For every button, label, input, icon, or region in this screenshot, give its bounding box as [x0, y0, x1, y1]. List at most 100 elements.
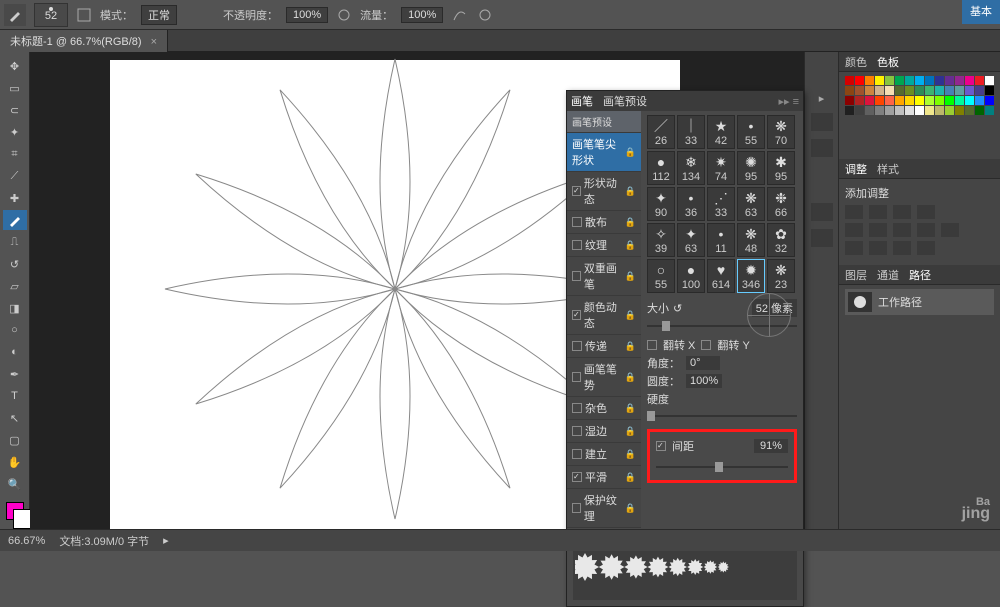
swatch[interactable]	[885, 96, 894, 105]
swatch[interactable]	[845, 76, 854, 85]
panel-toggle-icon[interactable]	[76, 7, 92, 23]
brush-tip[interactable]: ｜33	[677, 115, 705, 149]
pressure-opacity-icon[interactable]	[336, 7, 352, 23]
brush-tip[interactable]: ❋70	[767, 115, 795, 149]
swatch[interactable]	[955, 86, 964, 95]
brush-option-散布[interactable]: 散布🔒	[567, 211, 641, 234]
swatch[interactable]	[935, 96, 944, 105]
brush-tip[interactable]: ♥614	[707, 259, 735, 293]
swatch[interactable]	[945, 76, 954, 85]
swatch[interactable]	[885, 86, 894, 95]
brush-tip[interactable]: ●112	[647, 151, 675, 185]
option-checkbox[interactable]	[572, 472, 582, 482]
tab-layers[interactable]: 图层	[845, 267, 867, 283]
swatch[interactable]	[965, 86, 974, 95]
brush-tip[interactable]: ✦90	[647, 187, 675, 221]
brush-tip[interactable]: ●100	[677, 259, 705, 293]
character-panel-icon[interactable]	[811, 203, 833, 221]
gradient-tool[interactable]: ◨	[3, 298, 27, 318]
brush-tip[interactable]: ✧39	[647, 223, 675, 257]
brush-tip[interactable]: ✦63	[677, 223, 705, 257]
history-panel-icon[interactable]	[811, 113, 833, 131]
brush-tip[interactable]: ⋰33	[707, 187, 735, 221]
shape-tool[interactable]: ▢	[3, 430, 27, 450]
swatch[interactable]	[925, 86, 934, 95]
brightness-icon[interactable]	[845, 205, 863, 219]
swatch[interactable]	[895, 96, 904, 105]
posterize-icon[interactable]	[869, 241, 887, 255]
blend-mode-dropdown[interactable]: 正常	[141, 5, 177, 25]
hand-tool[interactable]: ✋	[3, 452, 27, 472]
swatch[interactable]	[875, 96, 884, 105]
invert-icon[interactable]	[845, 241, 863, 255]
swatch[interactable]	[975, 76, 984, 85]
flipy-checkbox[interactable]	[701, 340, 711, 350]
brush-tip[interactable]: ❋23	[767, 259, 795, 293]
stamp-tool[interactable]: ⎍	[3, 232, 27, 252]
spacing-value[interactable]: 91%	[754, 439, 788, 453]
pressure-size-icon[interactable]	[477, 7, 493, 23]
zoom-field[interactable]: 66.67%	[8, 535, 45, 547]
brush-tip[interactable]: ✺95	[737, 151, 765, 185]
swatch[interactable]	[945, 96, 954, 105]
brush-option-传递[interactable]: 传递🔒	[567, 335, 641, 358]
swatch[interactable]	[925, 96, 934, 105]
eyedropper-tool[interactable]: ⟋	[3, 166, 27, 186]
swatch[interactable]	[875, 86, 884, 95]
lasso-tool[interactable]: ⊂	[3, 100, 27, 120]
swatch[interactable]	[905, 106, 914, 115]
levels-icon[interactable]	[869, 205, 887, 219]
swatch[interactable]	[955, 106, 964, 115]
swatch[interactable]	[965, 76, 974, 85]
swatch[interactable]	[885, 76, 894, 85]
swatch[interactable]	[945, 86, 954, 95]
swatch[interactable]	[915, 76, 924, 85]
brush-option-杂色[interactable]: 杂色🔒	[567, 397, 641, 420]
color-swatch[interactable]	[6, 502, 24, 520]
swatch[interactable]	[975, 96, 984, 105]
path-row[interactable]: 工作路径	[845, 289, 994, 315]
swatch[interactable]	[845, 96, 854, 105]
exposure-icon[interactable]	[917, 205, 935, 219]
brush-tip[interactable]: ✹346	[737, 259, 765, 293]
threshold-icon[interactable]	[893, 241, 911, 255]
swatch[interactable]	[865, 76, 874, 85]
zoom-tool[interactable]: 🔍	[3, 474, 27, 494]
history-brush-tool[interactable]: ↺	[3, 254, 27, 274]
curves-icon[interactable]	[893, 205, 911, 219]
brush-tip[interactable]: ❄134	[677, 151, 705, 185]
swatch[interactable]	[895, 76, 904, 85]
document-tab[interactable]: 未标题-1 @ 66.7%(RGB/8) ×	[0, 30, 168, 52]
brush-option-形状动态[interactable]: 形状动态🔒	[567, 172, 641, 211]
swatch[interactable]	[985, 106, 994, 115]
brush-tip[interactable]: ❉66	[767, 187, 795, 221]
tab-styles[interactable]: 样式	[877, 161, 899, 177]
tab-paths[interactable]: 路径	[909, 267, 931, 283]
option-checkbox[interactable]	[572, 449, 582, 459]
brush-option-双重画笔[interactable]: 双重画笔🔒	[567, 257, 641, 296]
swatch[interactable]	[905, 86, 914, 95]
swatch[interactable]	[865, 106, 874, 115]
marquee-tool[interactable]: ▭	[3, 78, 27, 98]
swatch[interactable]	[895, 106, 904, 115]
swatch[interactable]	[905, 76, 914, 85]
colorbalance-icon[interactable]	[893, 223, 911, 237]
swatch[interactable]	[975, 86, 984, 95]
opacity-field[interactable]: 100%	[286, 7, 328, 23]
swatch[interactable]	[895, 86, 904, 95]
swatch[interactable]	[985, 86, 994, 95]
swatch[interactable]	[855, 86, 864, 95]
hue-icon[interactable]	[869, 223, 887, 237]
swatch[interactable]	[875, 76, 884, 85]
flipx-checkbox[interactable]	[647, 340, 657, 350]
tab-brush-presets[interactable]: 画笔预设	[603, 93, 647, 109]
flow-field[interactable]: 100%	[401, 7, 443, 23]
brush-tip[interactable]: ○55	[647, 259, 675, 293]
tab-adjustments[interactable]: 调整	[845, 161, 867, 177]
swatch[interactable]	[875, 106, 884, 115]
type-tool[interactable]: T	[3, 386, 27, 406]
swatch[interactable]	[965, 106, 974, 115]
spacing-checkbox[interactable]	[656, 441, 666, 451]
brush-tip[interactable]: ❋63	[737, 187, 765, 221]
swatch[interactable]	[915, 106, 924, 115]
